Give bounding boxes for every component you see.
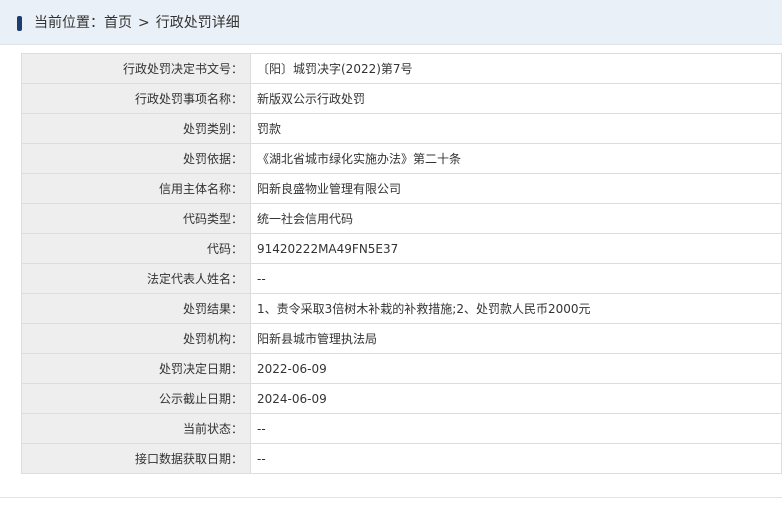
header-accent-bar (17, 16, 22, 31)
row-label: 行政处罚决定书文号： (21, 53, 251, 84)
row-label: 处罚依据： (21, 143, 251, 174)
table-row: 当前状态： -- (21, 413, 782, 444)
row-label: 处罚机构： (21, 323, 251, 354)
breadcrumb: 当前位置：首页 > 行政处罚详细 (34, 14, 240, 33)
table-row: 行政处罚决定书文号： 〔阳〕城罚决字(2022)第7号 (21, 53, 782, 84)
row-value: 2022-06-09 (250, 353, 782, 384)
row-label: 信用主体名称： (21, 173, 251, 204)
row-label: 处罚类别： (21, 113, 251, 144)
page: 当前位置：首页 > 行政处罚详细 行政处罚决定书文号： 〔阳〕城罚决字(2022)第… (0, 0, 782, 505)
row-value: 统一社会信用代码 (250, 203, 782, 234)
table-row: 处罚机构： 阳新县城市管理执法局 (21, 323, 782, 354)
row-value: -- (250, 263, 782, 294)
row-value: 新版双公示行政处罚 (250, 83, 782, 114)
row-value: 《湖北省城市绿化实施办法》第二十条 (250, 143, 782, 174)
table-row: 公示截止日期： 2024-06-09 (21, 383, 782, 414)
page-bottom-divider (0, 497, 782, 498)
table-row: 信用主体名称： 阳新良盛物业管理有限公司 (21, 173, 782, 204)
table-row: 法定代表人姓名： -- (21, 263, 782, 294)
row-label: 代码： (21, 233, 251, 264)
table-row: 代码类型： 统一社会信用代码 (21, 203, 782, 234)
table-row: 接口数据获取日期： -- (21, 443, 782, 474)
row-value: -- (250, 413, 782, 444)
row-value: 1、责令采取3倍树木补栽的补救措施;2、处罚款人民币2000元 (250, 293, 782, 324)
row-value: 〔阳〕城罚决字(2022)第7号 (250, 53, 782, 84)
breadcrumb-current: 行政处罚详细 (155, 15, 240, 31)
row-value: 2024-06-09 (250, 383, 782, 414)
row-value: 阳新县城市管理执法局 (250, 323, 782, 354)
table-row: 代码： 91420222MA49FN5E37 (21, 233, 782, 264)
table-row: 处罚结果： 1、责令采取3倍树木补栽的补救措施;2、处罚款人民币2000元 (21, 293, 782, 324)
row-label: 代码类型： (21, 203, 251, 234)
table-row: 处罚依据： 《湖北省城市绿化实施办法》第二十条 (21, 143, 782, 174)
row-label: 处罚结果： (21, 293, 251, 324)
row-label: 当前状态： (21, 413, 251, 444)
table-row: 处罚类别： 罚款 (21, 113, 782, 144)
penalty-detail-table: 行政处罚决定书文号： 〔阳〕城罚决字(2022)第7号 行政处罚事项名称： 新版… (21, 53, 782, 474)
row-value: 91420222MA49FN5E37 (250, 233, 782, 264)
row-value: 阳新良盛物业管理有限公司 (250, 173, 782, 204)
row-value: -- (250, 443, 782, 474)
row-label: 处罚决定日期： (21, 353, 251, 384)
row-label: 公示截止日期： (21, 383, 251, 414)
breadcrumb-header: 当前位置：首页 > 行政处罚详细 (0, 0, 782, 45)
row-value: 罚款 (250, 113, 782, 144)
breadcrumb-home-link[interactable]: 首页 (104, 15, 132, 31)
row-label: 行政处罚事项名称： (21, 83, 251, 114)
breadcrumb-prefix: 当前位置： (34, 15, 104, 31)
table-row: 处罚决定日期： 2022-06-09 (21, 353, 782, 384)
table-row: 行政处罚事项名称： 新版双公示行政处罚 (21, 83, 782, 114)
breadcrumb-separator: > (138, 15, 150, 31)
row-label: 法定代表人姓名： (21, 263, 251, 294)
row-label: 接口数据获取日期： (21, 443, 251, 474)
